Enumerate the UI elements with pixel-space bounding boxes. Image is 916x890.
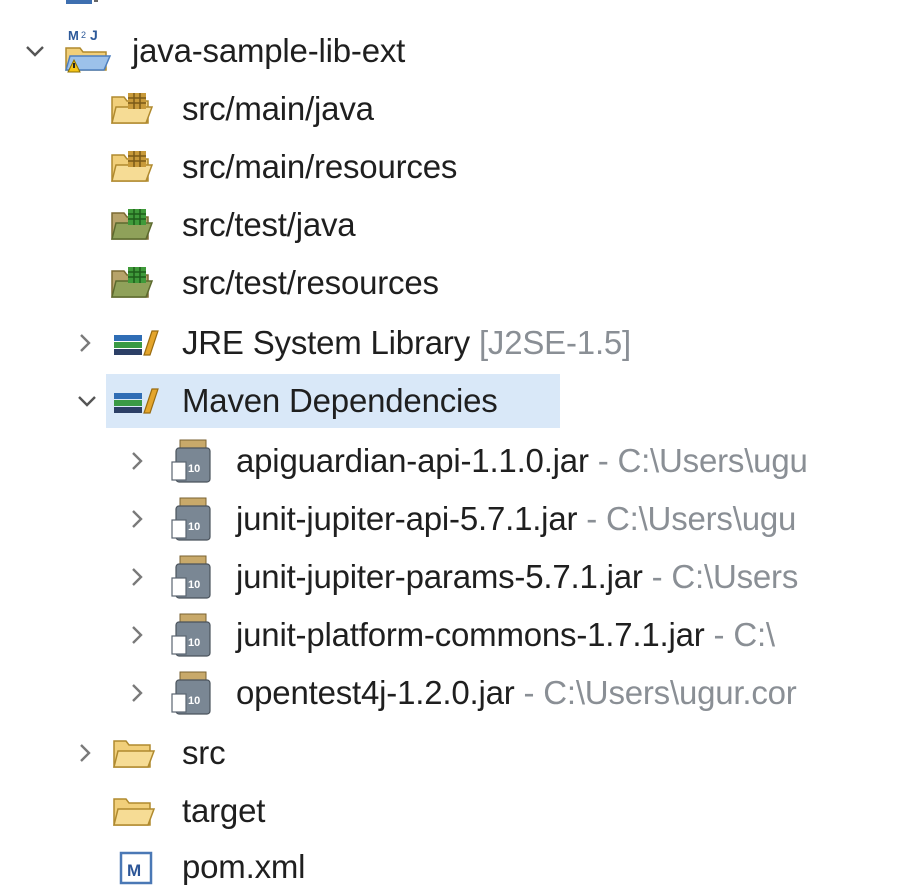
tree-row-folder[interactable]: src: [0, 724, 916, 782]
test-package-folder-icon: [110, 205, 154, 245]
project-label: java-sample-lib-ext: [132, 32, 406, 69]
tree-row-partial[interactable]: [0, 0, 916, 18]
chevron-right-icon[interactable]: [122, 432, 152, 490]
svg-text:10: 10: [188, 521, 200, 533]
jar-name: junit-platform-commons-1.7.1.jar: [236, 616, 705, 653]
tree-row-source-folder[interactable]: src/test/resources: [0, 254, 916, 312]
jre-library-name: JRE System Library: [182, 324, 470, 361]
jar-icon: 10: [166, 668, 216, 718]
svg-text:10: 10: [188, 695, 200, 707]
pom-label: pom.xml: [182, 848, 306, 885]
svg-text:2: 2: [81, 30, 86, 40]
source-folder-label: src/main/resources: [182, 148, 458, 185]
jar-icon: 10: [166, 436, 216, 486]
chevron-right-icon[interactable]: [70, 724, 100, 782]
folder-label: src: [182, 734, 226, 771]
jar-path: - C:\Users\ugu: [588, 442, 808, 479]
maven-project-icon: M 2 J: [62, 26, 114, 76]
jar-label: opentest4j-1.2.0.jar - C:\Users\ugur.cor: [236, 664, 797, 722]
chevron-right-icon[interactable]: [122, 490, 152, 548]
folder-icon: [112, 733, 156, 773]
tree-row-maven-dependencies[interactable]: Maven Dependencies: [0, 372, 916, 430]
maven-pom-icon: M: [118, 850, 154, 886]
source-folder-label: src/test/java: [182, 206, 356, 243]
package-folder-icon: [110, 89, 154, 129]
tree-row-source-folder[interactable]: src/test/java: [0, 196, 916, 254]
jar-path: - C:\Users\ugur.cor: [514, 674, 797, 711]
jre-library-decoration: [J2SE-1.5]: [478, 324, 632, 361]
svg-text:M: M: [68, 28, 79, 43]
tree-row-folder[interactable]: target: [0, 782, 916, 840]
tree-row-source-folder[interactable]: src/main/resources: [0, 138, 916, 196]
jar-label: junit-jupiter-api-5.7.1.jar - C:\Users\u…: [236, 490, 796, 548]
source-folder-label: src/test/resources: [182, 264, 439, 301]
library-icon: [112, 323, 159, 363]
svg-text:J: J: [90, 27, 98, 43]
jar-label: junit-platform-commons-1.7.1.jar - C:\: [236, 606, 775, 664]
maven-dependencies-label: Maven Dependencies: [182, 382, 498, 419]
svg-text:10: 10: [188, 579, 200, 591]
chevron-right-icon[interactable]: [122, 606, 152, 664]
chevron-right-icon[interactable]: [70, 314, 100, 372]
source-folder-label: src/main/java: [182, 90, 374, 127]
jar-name: junit-jupiter-params-5.7.1.jar: [236, 558, 643, 595]
svg-text:M: M: [127, 861, 141, 880]
tree-row-pom[interactable]: M pom.xml: [0, 838, 916, 890]
package-explorer-tree: M 2 J java-sample-lib-ext src/main/java: [0, 0, 916, 890]
jar-icon: 10: [166, 494, 216, 544]
tree-row-jar[interactable]: 10 junit-jupiter-api-5.7.1.jar - C:\User…: [0, 490, 916, 548]
tree-row-jre-library[interactable]: JRE System Library [J2SE-1.5]: [0, 314, 916, 372]
folder-label: target: [182, 792, 266, 829]
jar-path: - C:\Users: [642, 558, 799, 595]
chevron-right-icon[interactable]: [122, 664, 152, 722]
jar-name: apiguardian-api-1.1.0.jar: [236, 442, 589, 479]
jar-name: opentest4j-1.2.0.jar: [236, 674, 515, 711]
jar-icon: 10: [166, 552, 216, 602]
jar-name: junit-jupiter-api-5.7.1.jar: [236, 500, 578, 537]
chevron-down-icon[interactable]: [72, 372, 102, 430]
jar-label: apiguardian-api-1.1.0.jar - C:\Users\ugu: [236, 432, 808, 490]
jar-path: - C:\Users\ugu: [577, 500, 797, 537]
svg-text:10: 10: [188, 637, 200, 649]
tree-row-source-folder[interactable]: src/main/java: [0, 80, 916, 138]
jar-label: junit-jupiter-params-5.7.1.jar - C:\User…: [236, 548, 798, 606]
svg-text:10: 10: [188, 463, 200, 475]
jre-library-label: JRE System Library [J2SE-1.5]: [182, 314, 631, 372]
chevron-right-icon[interactable]: [122, 548, 152, 606]
tree-row-jar[interactable]: 10 junit-platform-commons-1.7.1.jar - C:…: [0, 606, 916, 664]
chevron-down-icon[interactable]: [20, 22, 50, 80]
folder-icon: [112, 791, 156, 831]
tree-row-project[interactable]: M 2 J java-sample-lib-ext: [0, 22, 916, 80]
package-folder-icon: [110, 147, 154, 187]
library-icon: [112, 381, 159, 421]
tree-row-jar[interactable]: 10 opentest4j-1.2.0.jar - C:\Users\ugur.…: [0, 664, 916, 722]
jar-path: - C:\: [704, 616, 776, 653]
test-package-folder-icon: [110, 263, 154, 303]
tree-row-jar[interactable]: 10 apiguardian-api-1.1.0.jar - C:\Users\…: [0, 432, 916, 490]
tree-row-jar[interactable]: 10 junit-jupiter-params-5.7.1.jar - C:\U…: [0, 548, 916, 606]
jar-icon: 10: [166, 610, 216, 660]
